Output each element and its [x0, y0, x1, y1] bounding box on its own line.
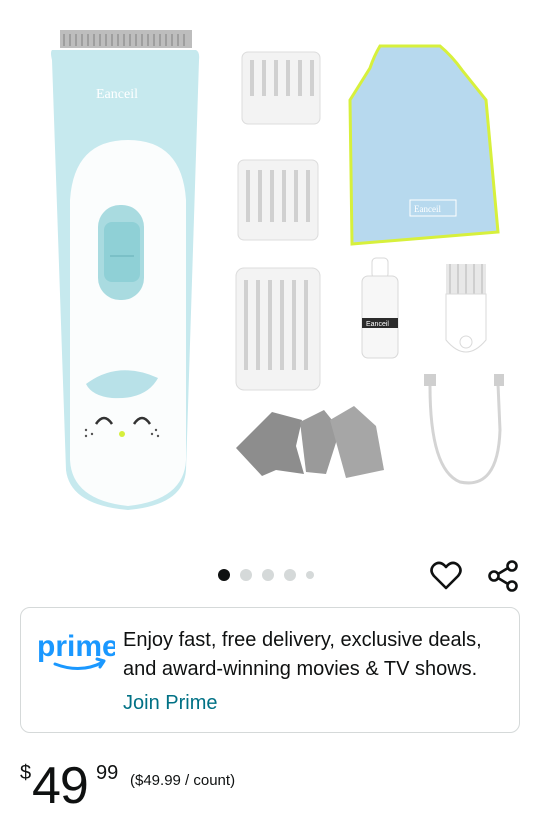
- price-whole: 49: [32, 757, 89, 815]
- product-image[interactable]: Eanceil Eanceil Eanceil: [0, 0, 540, 545]
- price-fraction: 99: [96, 762, 119, 784]
- carousel-dot-1[interactable]: [218, 569, 230, 581]
- prime-description: Enjoy fast, free delivery, exclusive dea…: [123, 626, 513, 684]
- prime-description-line-1: Enjoy fast, free delivery, exclusive dea…: [123, 629, 482, 651]
- price-currency-symbol: $: [20, 762, 32, 784]
- prime-logo: prime: [37, 630, 115, 670]
- wishlist-heart-icon[interactable]: [430, 560, 462, 592]
- svg-text:prime: prime: [37, 630, 115, 663]
- carousel-dot-3[interactable]: [262, 569, 274, 581]
- carousel-dot-4[interactable]: [284, 569, 296, 581]
- carousel-dot-5[interactable]: [306, 571, 314, 579]
- prime-promo-card: prime Enjoy fast, free delivery, exclusi…: [20, 607, 520, 733]
- clipper-illustration: Eanceil: [51, 30, 200, 510]
- join-prime-link[interactable]: Join Prime: [123, 690, 217, 716]
- product-photo: Eanceil Eanceil Eanceil: [51, 30, 504, 510]
- svg-text:Eanceil: Eanceil: [366, 321, 389, 328]
- carousel-dots: [218, 569, 314, 581]
- svg-text:Eanceil: Eanceil: [414, 204, 441, 214]
- unit-price: ($49.99 / count): [130, 772, 236, 789]
- svg-text:Eanceil: Eanceil: [96, 87, 138, 102]
- prime-description-line-2: and award-winning movies & TV shows.: [123, 658, 478, 680]
- share-icon[interactable]: [487, 559, 521, 593]
- price-row: $ 49 99 ($49.99 / count): [20, 756, 420, 816]
- carousel-dot-2[interactable]: [240, 569, 252, 581]
